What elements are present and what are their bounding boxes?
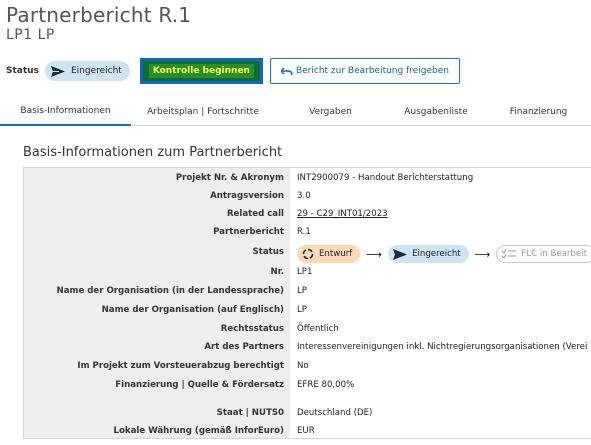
project-value: INT2900079 - Handout Berichterstattung (297, 173, 474, 183)
nuts-value: Deutschland (DE) (297, 408, 373, 418)
project-label: Projekt Nr. & Akronym (175, 173, 284, 183)
checklist-icon (502, 249, 517, 259)
org-en-label: Name der Organisation (auf Englisch) (101, 305, 284, 315)
info-row-vat: Im Projekt zum Vorsteuerabzug berechtigt… (24, 358, 591, 376)
section-title: Basis-Informationen zum Partnerbericht (23, 145, 283, 160)
undo-icon (280, 67, 293, 75)
info-row-currency: Lokale Währung (gemäß InforEuro) EUR (24, 423, 591, 441)
legal-value: Öffentlich (297, 324, 339, 334)
start-control-button-label: Kontrolle beginnen (148, 64, 254, 78)
org-en-value: LP (297, 305, 307, 315)
vat-label: Im Projekt zum Vorsteuerabzug berechtigt (77, 361, 284, 371)
release-report-button[interactable]: Bericht zur Bearbeitung freigeben (269, 58, 460, 84)
status-bar: Status Eingereicht Kontrolle beginnen Be… (6, 57, 460, 85)
partner-report-value: R.1 (297, 227, 311, 237)
call-label: Related call (226, 209, 284, 219)
info-row-project: Projekt Nr. & Akronym INT2900079 - Hando… (24, 170, 591, 188)
nuts-label: Staat | NUTS0 (216, 408, 284, 418)
currency-label: Lokale Währung (gemäß InforEuro) (113, 426, 284, 436)
nr-label: Nr. (270, 267, 284, 277)
status-badge: Eingereicht (44, 61, 130, 81)
status-step-flc: FLC in Bearbeit (496, 245, 591, 263)
call-link[interactable]: 29 - C29_INT01/2023 (297, 209, 388, 219)
start-control-button[interactable]: Kontrolle beginnen (139, 58, 263, 84)
info-row-partner-report: Partnerbericht R.1 (24, 224, 591, 242)
status-step-submitted: Eingereicht (388, 245, 469, 263)
release-report-button-label: Bericht zur Bearbeitung freigeben (295, 66, 449, 76)
arrow-right-icon: ⟶ (366, 247, 383, 261)
info-row-org-en: Name der Organisation (auf Englisch) LP (24, 302, 591, 320)
status-flow: Entwurf ⟶ Eingereicht ⟶ FLC in Bearbeit (297, 243, 591, 265)
currency-value: EUR (297, 426, 315, 436)
info-row-funding: Finanzierung | Quelle & Fördersatz EFRE … (24, 377, 591, 395)
page-title: Partnerbericht R.1 (6, 3, 192, 27)
type-label: Art des Partners (204, 342, 284, 352)
org-local-value: LP (297, 286, 307, 296)
info-row-nuts: Staat | NUTS0 Deutschland (DE) (24, 405, 591, 423)
arrow-right-icon: ⟶ (474, 247, 491, 261)
send-icon (393, 248, 408, 260)
tab-basis-informationen[interactable]: Basis-Informationen (0, 97, 131, 126)
page-subtitle: LP1 LP (6, 27, 55, 43)
tab-arbeitsplan[interactable]: Arbeitsplan | Fortschritte (131, 97, 275, 126)
info-table: Projekt Nr. & Akronym INT2900079 - Hando… (23, 167, 591, 439)
tab-finanzierung[interactable]: Finanzierung (486, 97, 591, 126)
info-row-status: Status Entwurf ⟶ Eingereicht ⟶ FLC in Be… (24, 244, 591, 266)
version-value: 3.0 (297, 191, 311, 201)
status-step-draft: Entwurf (297, 245, 361, 263)
tab-ausgabenliste[interactable]: Ausgabenliste (386, 97, 486, 126)
funding-value: EFRE 80,00% (297, 380, 355, 390)
legal-label: Rechtsstatus (220, 324, 284, 334)
funding-label: Finanzierung | Quelle & Fördersatz (115, 380, 284, 390)
nr-value: LP1 (297, 267, 313, 277)
status-badge-label: Eingereicht (70, 66, 122, 76)
draft-progress-icon (302, 248, 314, 260)
vat-value: No (297, 361, 309, 371)
info-row-org-local: Name der Organisation (in der Landesspra… (24, 283, 591, 301)
tab-bar: Basis-Informationen Arbeitsplan | Fortsc… (0, 97, 591, 126)
info-row-call: Related call 29 - C29_INT01/2023 (24, 206, 591, 224)
info-row-version: Antragsversion 3.0 (24, 188, 591, 206)
org-local-label: Name der Organisation (in der Landesspra… (56, 286, 284, 296)
status-row-label: Status (252, 247, 284, 257)
type-value: Interessenvereinigungen inkl. Nichtregie… (297, 342, 588, 352)
info-row-type: Art des Partners Interessenvereinigungen… (24, 339, 591, 357)
send-icon (50, 65, 65, 77)
partner-report-label: Partnerbericht (213, 227, 284, 237)
info-row-legal: Rechtsstatus Öffentlich (24, 321, 591, 339)
status-label: Status (6, 66, 39, 76)
tab-vergaben[interactable]: Vergaben (275, 97, 386, 126)
version-label: Antragsversion (210, 191, 284, 201)
info-row-nr: Nr. LP1 (24, 264, 591, 282)
